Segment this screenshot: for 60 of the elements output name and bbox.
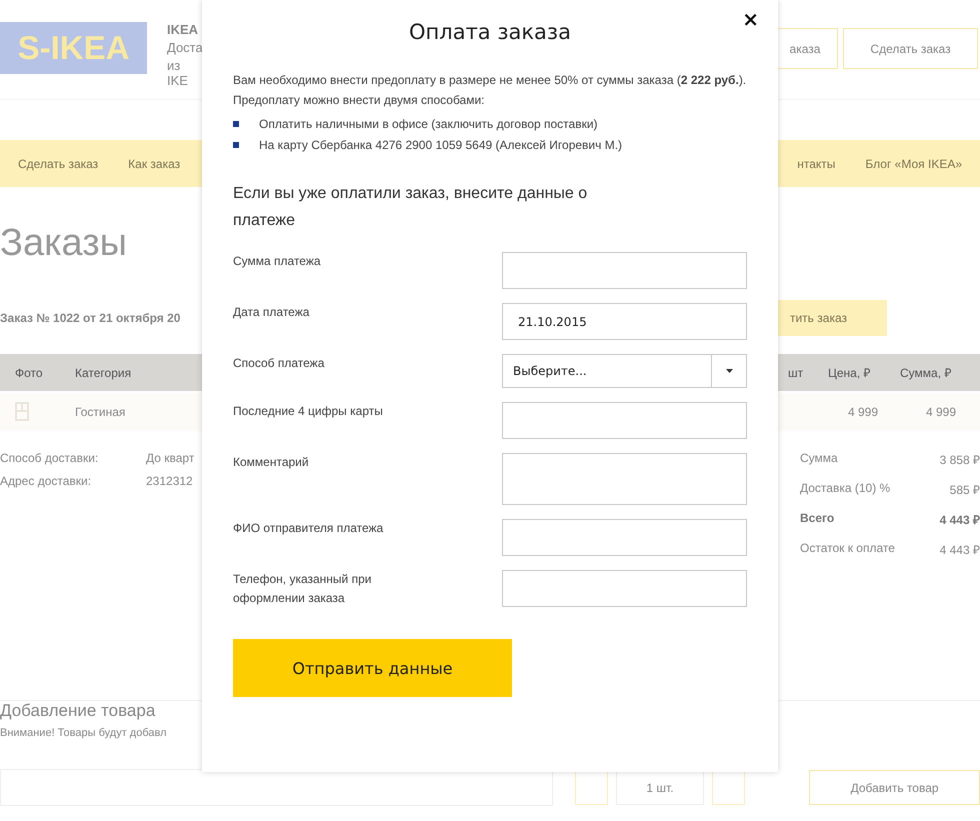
bullet-icon <box>233 142 239 148</box>
column-header: Категория <box>75 366 132 380</box>
tagline: Доста <box>167 40 201 55</box>
bullet-icon <box>233 121 239 127</box>
payment-method-select[interactable]: Выберите... <box>502 354 747 388</box>
input-field[interactable]: 21.10.2015 <box>502 303 747 340</box>
column-header: Сумма, ₽ <box>900 365 952 381</box>
nav-link[interactable]: Сделать заказ <box>18 156 98 170</box>
delivery-label: Адрес доставки: <box>0 474 92 490</box>
table-cell-text: 4 999 <box>924 405 957 419</box>
form-heading: Если вы уже оплатили заказ, внесите данные о платеже <box>233 184 588 231</box>
decrease-button[interactable] <box>574 770 608 805</box>
delivery-value: До кварт <box>146 451 194 467</box>
column-header: Фото <box>14 366 44 380</box>
increase-button[interactable] <box>712 770 746 805</box>
total-label: Доставка (10) % <box>800 481 890 497</box>
caret-icon <box>726 369 732 373</box>
total-label: Остаток к оплате <box>800 541 895 557</box>
nav-link[interactable]: Как заказ <box>128 156 180 170</box>
close-button[interactable]: × <box>742 9 759 29</box>
order-title: Заказ № 1022 от 21 октября 20 <box>0 311 180 325</box>
payment-method: Оплатить наличными в офисе (заключить договор поставки) <box>259 117 598 131</box>
input-field[interactable] <box>502 252 747 289</box>
field-label: Способ платежа <box>233 355 326 372</box>
field-label: Последние 4 цифры карты <box>233 403 384 420</box>
nav-link[interactable]: нтакты <box>797 156 836 170</box>
header-button[interactable]: Сделать заказ <box>843 28 978 69</box>
submit-button[interactable]: Отправить данные <box>233 639 512 697</box>
nav-link[interactable]: Блог «Моя IKEA» <box>865 156 962 170</box>
page-title: Заказы <box>0 221 127 265</box>
intro-text: Вам необходимо внести предоплату в размере не менее 50% от суммы заказа (2 222 руб.). Предоплату можно внести двумя способами: <box>233 72 747 109</box>
field-label: Телефон, указанный при оформлении заказа <box>233 571 372 607</box>
input-field[interactable] <box>502 570 747 607</box>
cabinet-icon <box>15 402 29 422</box>
add-product-button[interactable]: Добавить товар <box>809 770 980 805</box>
table-cell-text: Гостиная <box>75 405 126 419</box>
notice-text: Внимание! Товары будут добавл <box>0 727 168 739</box>
column-header: шт <box>788 366 804 380</box>
comment-field[interactable] <box>502 453 747 505</box>
section-title: Добавление товара <box>0 701 156 721</box>
payment-method: На карту Сбербанка 4276 2900 1059 5649 (Алексей Игоревич М.) <box>259 138 622 152</box>
input-field[interactable] <box>502 402 747 439</box>
delivery-value: 2312312 <box>146 474 193 490</box>
input-field[interactable] <box>502 519 747 556</box>
delivery-label: Способ доставки: <box>0 451 100 467</box>
tagline: из IKE <box>167 58 189 88</box>
field-label: Дата платежа <box>233 304 310 321</box>
total-value: 3 858 ₽ <box>940 452 980 469</box>
total-label: Всего <box>800 511 834 527</box>
total-value: 4 443 ₽ <box>940 542 980 559</box>
company-name: IKEA <box>167 22 200 37</box>
field-label: Сумма платежа <box>233 253 322 270</box>
table-cell-text: 4 999 <box>846 405 879 419</box>
total-value: 4 443 ₽ <box>940 512 980 529</box>
field-label: Комментарий <box>233 454 310 471</box>
total-value: 585 ₽ <box>950 482 980 499</box>
dialog-title: Оплата заказа <box>408 19 572 46</box>
total-label: Сумма <box>800 451 838 467</box>
field-label: ФИО отправителя платежа <box>233 520 384 537</box>
column-header: Цена, ₽ <box>828 365 872 381</box>
